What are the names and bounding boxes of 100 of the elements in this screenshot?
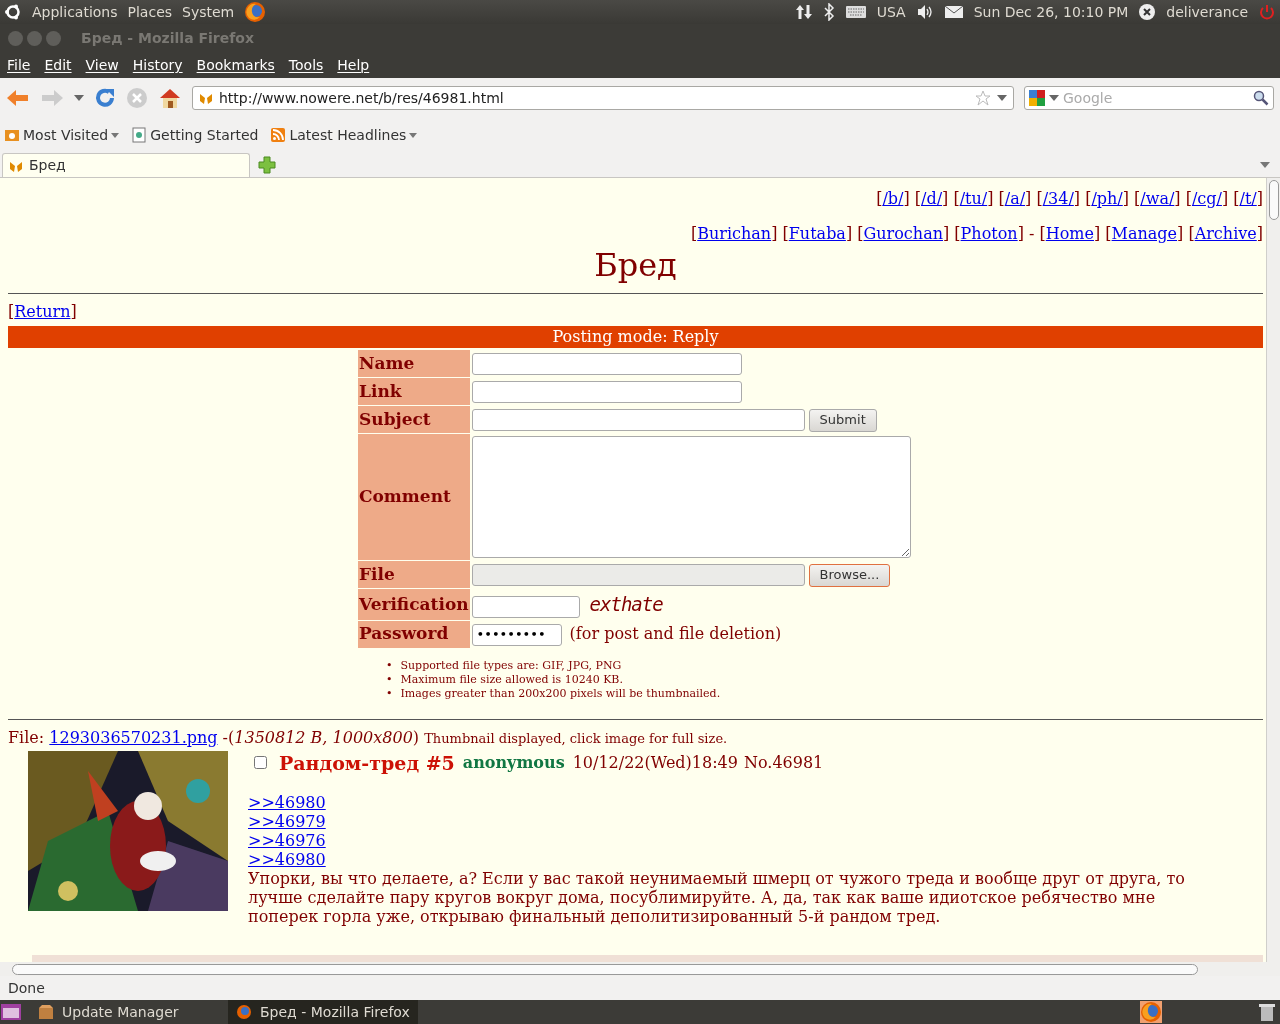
bracket: [	[857, 224, 864, 243]
panel-menu[interactable]: Places	[127, 1, 173, 23]
package-icon	[38, 1004, 54, 1020]
bookmark-star-icon[interactable]	[975, 90, 991, 106]
nav-link[interactable]: Archive	[1194, 224, 1257, 243]
bullet: •	[386, 658, 393, 673]
panel-menu[interactable]: System	[182, 1, 235, 23]
post-checkbox[interactable]	[254, 756, 267, 770]
new-tab-plus-icon[interactable]	[258, 155, 276, 174]
keyboard-layout[interactable]: USA	[876, 1, 906, 23]
taskbar-button[interactable]: Бред - Mozilla Firefox	[228, 1000, 418, 1024]
bracket: ]	[987, 189, 994, 208]
nav-link[interactable]: /cg/	[1191, 189, 1222, 208]
bluetooth-icon[interactable]	[822, 3, 835, 21]
verification-field[interactable]	[471, 595, 580, 618]
submit-button[interactable]: Submit	[808, 408, 877, 432]
scrollbar-thumb[interactable]	[1268, 180, 1279, 220]
browse-button[interactable]: Browse...	[808, 563, 891, 587]
reply-link[interactable]: >>46979	[248, 812, 326, 831]
menu-item[interactable]: Help	[337, 54, 370, 76]
trash-icon[interactable]	[1258, 1002, 1276, 1022]
field-label: File	[358, 561, 470, 588]
search-bar[interactable]: Google	[1024, 86, 1274, 110]
post-message: Упорки, вы что делаете, а? Если у вас такой неунимаемый шмерц от чужого треда и вообще друг от друга, то лучше сделайте пару кругов вокруг дома, посублимируйте. А, да, так как ваше идиотское ребячество мне поперек горла уже, открываю финальный деполитизированный 5-й рандом тред.	[248, 869, 1186, 926]
bracket: ]	[1177, 224, 1184, 243]
nav-link[interactable]: Photon	[960, 224, 1018, 243]
speaker-icon[interactable]	[915, 4, 934, 20]
comment-field[interactable]	[471, 436, 911, 558]
bracket: [	[954, 224, 961, 243]
nav-link[interactable]: /34/	[1042, 189, 1074, 208]
menu-item[interactable]: Bookmarks	[196, 54, 275, 76]
field-label: Comment	[358, 434, 470, 560]
bookmark-item[interactable]: Getting Started	[131, 124, 259, 146]
bookmark-item[interactable]: Most Visited	[4, 124, 120, 146]
bracket: [	[1105, 224, 1112, 243]
user-name[interactable]: deliverance	[1166, 1, 1248, 23]
nav-link[interactable]: /wa/	[1140, 189, 1175, 208]
nav-link[interactable]: Futaba	[788, 224, 846, 243]
bracket: ]	[1122, 189, 1129, 208]
nav-link[interactable]: Home	[1045, 224, 1094, 243]
nav-link[interactable]: /t/	[1239, 189, 1257, 208]
menu-item[interactable]: History	[132, 54, 183, 76]
menu-item[interactable]: View	[85, 54, 119, 76]
panel-menu[interactable]: Applications	[32, 1, 118, 23]
bookmark-item[interactable]: Latest Headlines	[270, 124, 418, 146]
nav-link[interactable]: Gurochan	[863, 224, 943, 243]
nav-link[interactable]: Burichan	[697, 224, 772, 243]
ubuntu-logo-icon[interactable]	[4, 3, 22, 21]
power-icon[interactable]	[1258, 3, 1276, 21]
bracket: [	[1185, 189, 1192, 208]
text-field[interactable]	[471, 381, 742, 403]
nav-link[interactable]: Manage	[1111, 224, 1178, 243]
envelope-icon[interactable]	[943, 5, 964, 19]
bracket: ]	[771, 224, 778, 243]
bracket: ]	[1073, 189, 1081, 208]
dropdown-arrow-icon[interactable]	[74, 95, 84, 101]
text-field[interactable]	[471, 408, 805, 431]
nav-link[interactable]: /ph/	[1091, 189, 1123, 208]
rule-item: Images greater than 200x200 pixels will be thumbnailed.	[400, 686, 721, 701]
nav-link[interactable]: /tu/	[959, 189, 988, 208]
keyboard-icon[interactable]	[844, 5, 867, 19]
taskbar-button[interactable]: Update Manager	[30, 1000, 220, 1024]
password-field[interactable]: •••••••••	[471, 623, 562, 646]
firefox-icon[interactable]	[1140, 1001, 1162, 1023]
nav-link[interactable]: /d/	[921, 189, 943, 208]
nav-link[interactable]: /b/	[882, 189, 904, 208]
window-title: Бред - Mozilla Firefox	[81, 28, 254, 48]
horizontal-scrollbar-thumb[interactable]	[12, 963, 1198, 975]
bracket: ]	[1174, 189, 1181, 208]
menu-item[interactable]: Tools	[288, 54, 324, 76]
file-link[interactable]: 1293036570231.png	[49, 727, 218, 747]
firefox-icon[interactable]	[244, 1, 267, 23]
network-arrows-icon[interactable]	[794, 3, 813, 21]
post-date: 10/12/22(Wed)18:49	[572, 751, 738, 774]
bracket: [	[998, 189, 1005, 208]
nav-link[interactable]: /a/	[1004, 189, 1026, 208]
reload-icon[interactable]	[94, 87, 116, 109]
dropdown-arrow-icon[interactable]	[1049, 95, 1059, 101]
tab-list-arrow-icon[interactable]	[1260, 161, 1270, 168]
bracket: ]	[1025, 189, 1032, 208]
post-number[interactable]: No.46981	[743, 750, 824, 775]
menu-item[interactable]: File	[7, 54, 31, 76]
dropdown-arrow-icon[interactable]	[997, 95, 1007, 101]
return-link[interactable]: Return	[14, 302, 71, 321]
file-path-field[interactable]	[471, 564, 805, 586]
clock[interactable]: Sun Dec 26, 10:10 PM	[973, 1, 1129, 23]
back-arrow-icon[interactable]	[6, 88, 30, 108]
home-icon[interactable]	[158, 87, 182, 109]
address-bar[interactable]: http://www.nowere.net/b/res/46981.html	[192, 86, 1014, 110]
browser-tab[interactable]: Бред	[2, 153, 250, 177]
show-desktop-icon[interactable]	[0, 1002, 22, 1022]
field-label: Subject	[358, 406, 470, 433]
search-engine-icon[interactable]	[1029, 90, 1045, 106]
reply-link[interactable]: >>46980	[248, 850, 326, 869]
search-icon[interactable]	[1253, 90, 1269, 106]
bracket: [	[953, 189, 960, 208]
reply-link[interactable]: >>46976	[248, 831, 326, 850]
menu-item[interactable]: Edit	[44, 54, 72, 76]
text-field[interactable]	[471, 353, 742, 375]
reply-link[interactable]: >>46980	[248, 793, 326, 812]
